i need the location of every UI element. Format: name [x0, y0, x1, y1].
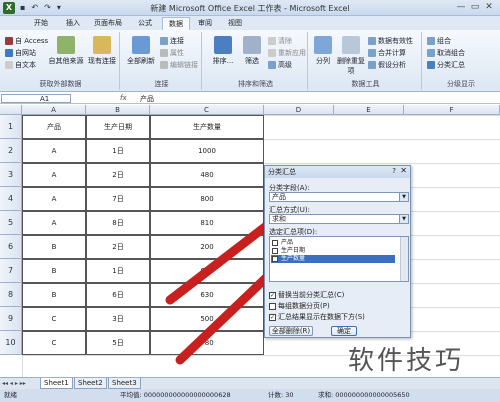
- status-bar: 就绪 平均值: 000000000000000000628 计数: 30 求和:…: [0, 389, 500, 402]
- list-scrollbar[interactable]: [400, 237, 408, 281]
- replace-current-checkbox[interactable]: ✓ 替换当前分类汇总(C): [269, 290, 344, 300]
- sheet-tab[interactable]: Sheet2: [74, 378, 107, 389]
- dialog-title: 分类汇总: [265, 166, 410, 178]
- status-average: 平均值: 000000000000000000628: [120, 391, 231, 399]
- subtotal-items-list[interactable]: 产品 生产日期 ✓ 生产数量: [269, 236, 409, 282]
- sheet-nav-arrows[interactable]: ◂◂ ◂ ▸ ▸▸: [2, 380, 26, 387]
- help-button[interactable]: ?: [392, 167, 396, 175]
- checkbox[interactable]: ✓: [269, 313, 276, 321]
- list-item[interactable]: 生产日期: [271, 247, 395, 255]
- subtotal-dialog: 分类汇总 ? ✕ 分类字段(A): 产品 ▼ 汇总方式(U): 求和 ▼ 选定汇总项…: [264, 165, 411, 338]
- chevron-down-icon[interactable]: ▼: [399, 193, 408, 201]
- sheet-tab-bar: ◂◂ ◂ ▸ ▸▸ Sheet1 Sheet2 Sheet3: [0, 377, 500, 389]
- summary-below-checkbox[interactable]: ✓ 汇总结果显示在数据下方(S): [269, 312, 365, 322]
- sheet-tab[interactable]: Sheet3: [108, 378, 141, 389]
- status-sum: 求和: 000000000000005650: [318, 391, 410, 399]
- sheet-tab[interactable]: Sheet1: [40, 378, 73, 389]
- status-ready: 就绪: [4, 391, 17, 399]
- remove-all-button[interactable]: 全部删除(R): [269, 326, 313, 336]
- checkbox[interactable]: [272, 240, 278, 246]
- page-break-checkbox[interactable]: 每组数据分页(P): [269, 301, 330, 311]
- checkbox[interactable]: ✓: [272, 256, 278, 262]
- group-by-select[interactable]: 产品 ▼: [269, 192, 409, 202]
- list-item[interactable]: 产品: [271, 239, 395, 247]
- ok-button[interactable]: 确定: [331, 326, 357, 336]
- dialog-close-button[interactable]: ✕: [400, 166, 407, 175]
- summary-function-select[interactable]: 求和 ▼: [269, 214, 409, 224]
- list-item[interactable]: ✓ 生产数量: [271, 255, 395, 263]
- chevron-down-icon[interactable]: ▼: [399, 215, 408, 223]
- watermark: 软件技巧: [348, 346, 465, 376]
- checkbox[interactable]: ✓: [269, 291, 276, 299]
- checkbox[interactable]: [269, 302, 276, 310]
- checkbox[interactable]: [272, 248, 278, 254]
- status-count: 计数: 30: [268, 391, 294, 399]
